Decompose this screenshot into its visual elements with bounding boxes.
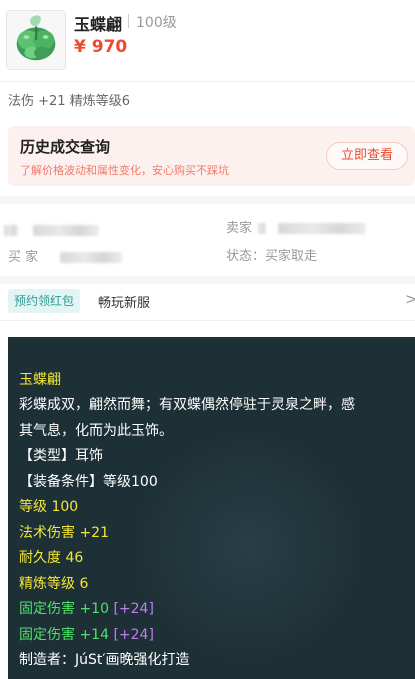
jade-butterfly-icon[interactable]	[6, 10, 66, 70]
desc-durability: 耐久度 46	[19, 550, 84, 566]
desc-title: 玉蝶翩	[19, 372, 61, 388]
blurred-info	[4, 220, 100, 239]
item-price: ¥ 970	[74, 37, 128, 57]
level-divider	[128, 14, 129, 28]
divider	[0, 320, 415, 321]
fixed-damage-bonus: [+24]	[113, 627, 154, 643]
item-description-panel: 玉蝶翩 彩蝶成双，翩然而舞；有双蝶偶然停驻于灵泉之畔，感 其气息，化而为此玉饰。…	[8, 337, 415, 679]
desc-lore-line: 彩蝶成双，翩然而舞；有双蝶偶然停驻于灵泉之畔，感	[19, 397, 355, 413]
desc-lore-line: 其气息，化而为此玉饰。	[19, 423, 173, 439]
seller-label: 卖家	[226, 221, 253, 236]
panel-background-glow	[128, 427, 368, 667]
history-title: 历史成交查询	[20, 138, 111, 156]
item-header: 玉蝶翩 100级 ¥ 970	[0, 0, 415, 80]
fixed-damage-bonus: [+24]	[113, 601, 154, 617]
item-attributes: 法伤 +21 精炼等级6	[8, 94, 130, 109]
desc-equip-requirement: 【装备条件】等级100	[19, 474, 158, 490]
promo-text[interactable]: 畅玩新服	[98, 292, 150, 311]
blurred-text	[258, 223, 267, 234]
chevron-right-icon[interactable]: >	[405, 290, 415, 308]
desc-fixed-damage: 固定伤害 +14 [+24]	[19, 625, 154, 645]
desc-level: 等级 100	[19, 499, 79, 515]
history-trade-card[interactable]: 历史成交查询 了解价格波动和属性变化，安心购买不踩坑 立即查看	[8, 126, 415, 186]
promo-tag[interactable]: 预约领红包	[8, 289, 81, 313]
divider	[0, 81, 415, 82]
trade-status: 状态：买家取走	[226, 249, 318, 264]
fixed-damage-value: 固定伤害 +14	[19, 627, 109, 643]
fixed-damage-value: 固定伤害 +10	[19, 601, 109, 617]
view-history-button[interactable]: 立即查看	[326, 142, 408, 170]
desc-fixed-damage: 固定伤害 +10 [+24]	[19, 599, 154, 619]
item-name: 玉蝶翩	[74, 15, 123, 34]
history-subtitle: 了解价格波动和属性变化，安心购买不踩坑	[20, 164, 229, 177]
blurred-text	[60, 252, 123, 263]
desc-maker: 制造者：JúSt′画晚强化打造	[19, 652, 190, 668]
section-gap	[0, 276, 415, 284]
buyer-row: 买 家	[8, 246, 123, 265]
desc-refine-level: 精炼等级 6	[19, 576, 89, 592]
blurred-text	[33, 225, 100, 236]
blurred-text	[4, 225, 18, 236]
buyer-label: 买 家	[8, 250, 39, 265]
desc-type: 【类型】耳饰	[19, 448, 103, 464]
desc-magic-damage: 法术伤害 +21	[19, 525, 109, 541]
seller-row: 卖家	[226, 217, 367, 236]
blurred-text	[278, 223, 367, 234]
item-level: 100级	[136, 15, 177, 31]
section-gap	[0, 196, 415, 204]
